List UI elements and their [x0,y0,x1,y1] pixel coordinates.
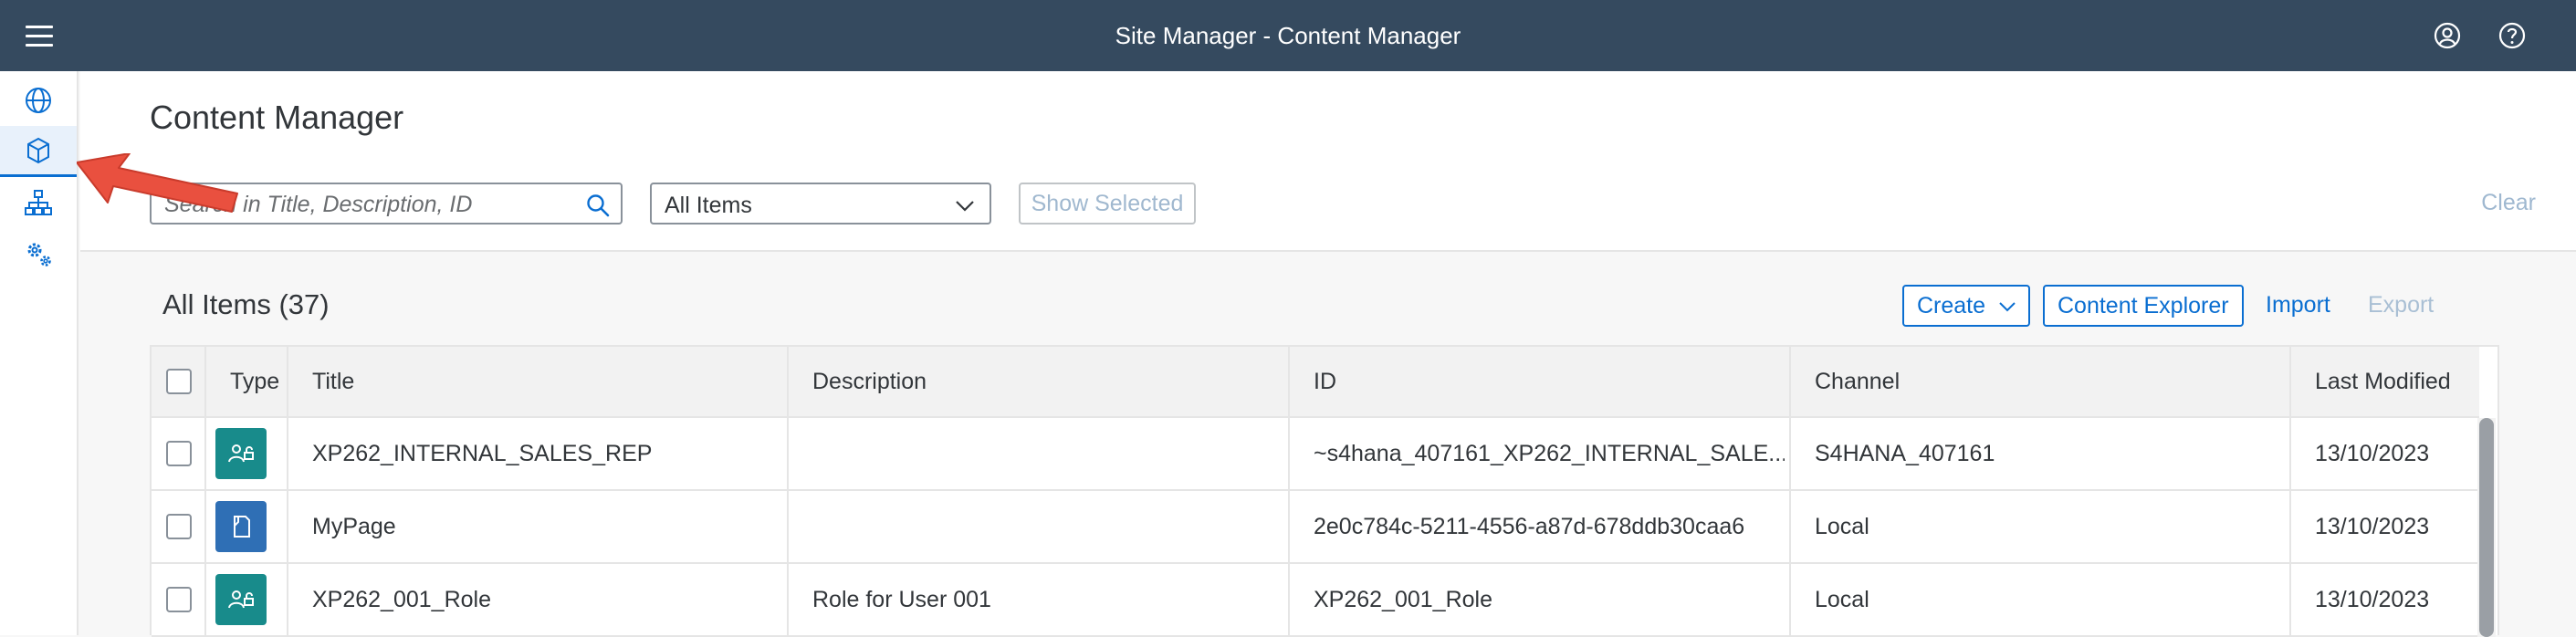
row-checkbox[interactable] [166,441,192,466]
show-selected-button[interactable]: Show Selected [1019,183,1196,225]
chevron-down-icon [956,201,974,212]
nav-item-sites[interactable] [0,75,77,126]
column-header-description[interactable]: Description [800,347,1293,416]
table-row[interactable]: MyPage 2e0c784c-5211-4556-a87d-678ddb30c… [152,491,2479,564]
annotation-arrow-icon [77,153,238,213]
user-icon[interactable] [2432,20,2463,51]
column-header-type[interactable]: Type [217,347,290,416]
cell-description: Role for User 001 [812,586,991,612]
sitemap-icon [25,190,52,215]
nav-item-content-manager[interactable] [0,126,77,177]
table-scrollbar[interactable] [2477,418,2496,637]
column-header-last-modified[interactable]: Last Modified [2302,347,2485,416]
table-row[interactable]: XP262_001_Role Role for User 001 XP262_0… [152,564,2479,637]
table-row[interactable]: XP262_INTERNAL_SALES_REP ~s4hana_407161_… [152,418,2479,491]
create-button[interactable]: Create [1902,285,2030,327]
role-icon [215,574,267,625]
shell-title: Site Manager - Content Manager [1115,22,1461,49]
filter-select[interactable]: All Items [650,183,991,225]
clear-button[interactable]: Clear [2481,190,2536,216]
column-header-channel[interactable]: Channel [1802,347,2295,416]
column-header-title[interactable]: Title [299,347,792,416]
cell-title: XP262_INTERNAL_SALES_REP [312,440,653,466]
cell-last-modified: 13/10/2023 [2315,513,2430,539]
list-title: All Items (37) [162,288,330,320]
scrollbar-thumb[interactable] [2479,418,2494,637]
page-icon [215,501,267,552]
import-button[interactable]: Import [2266,292,2330,318]
nav-item-channel-manager[interactable] [0,177,77,228]
settings-icon [27,243,51,266]
chevron-down-icon [1999,302,2016,312]
cell-title: XP262_001_Role [312,586,491,612]
nav-item-settings[interactable] [0,228,77,279]
cell-channel: Local [1815,513,1869,539]
page-title: Content Manager [150,99,404,136]
cell-description [800,491,1283,562]
select-all-checkbox[interactable] [166,369,192,394]
content-table: Type Title Description ID Channel Last M… [150,345,2499,637]
content-explorer-button[interactable]: Content Explorer [2043,285,2244,327]
cell-id: 2e0c784c-5211-4556-a87d-678ddb30caa6 [1314,513,1745,539]
shell-bar: Site Manager - Content Manager [0,0,2576,71]
table-header: Type Title Description ID Channel Last M… [152,347,2479,418]
cell-description [800,418,1283,489]
cell-id: ~s4hana_407161_XP262_INTERNAL_SALE... [1314,440,1785,466]
column-header-id[interactable]: ID [1301,347,1794,416]
cell-channel: Local [1815,586,1869,612]
cell-id: XP262_001_Role [1314,586,1492,612]
content-cube-icon [27,137,49,163]
cell-title: MyPage [312,513,396,539]
filter-select-value: All Items [665,193,752,218]
create-button-label: Create [1917,293,1986,318]
role-icon [215,428,267,479]
cell-channel: S4HANA_407161 [1815,440,1995,466]
side-navigation [0,71,79,635]
search-icon[interactable] [584,192,612,219]
row-checkbox[interactable] [166,514,192,539]
row-checkbox[interactable] [166,587,192,612]
globe-icon [26,88,51,113]
cell-last-modified: 13/10/2023 [2315,586,2430,612]
export-button: Export [2368,292,2435,318]
page-header: Content Manager All Items Show Selected … [80,71,2576,252]
help-icon[interactable] [2497,20,2528,51]
cell-last-modified: 13/10/2023 [2315,440,2430,466]
